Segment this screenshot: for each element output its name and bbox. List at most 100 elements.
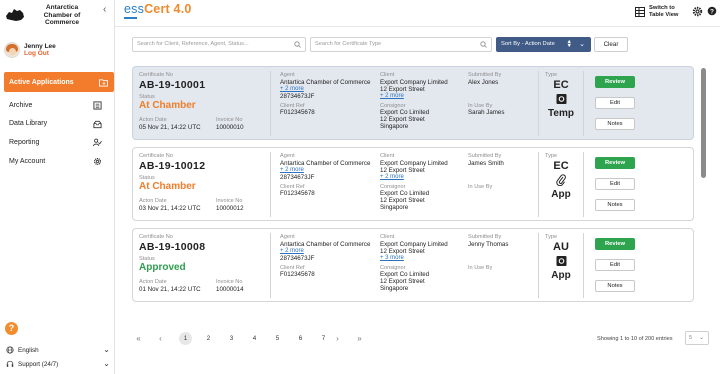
notes-button[interactable]: Notes [595,118,635,130]
review-button[interactable]: Review [595,238,635,250]
agent-more-link[interactable]: + 2 more [280,248,375,255]
sidebar-item-active-applications[interactable]: Active Applications [4,72,114,92]
type-code: AU [553,241,569,253]
client-ref: F012345678 [280,109,315,116]
org-header: Antarctica Chamber of Commerce [4,4,92,27]
help-circle-icon[interactable]: ? [707,6,717,16]
brand-underline [124,17,137,19]
sidebar-item-label: Archive [9,101,33,109]
client-ref: F012345678 [280,271,315,278]
divider [270,233,271,298]
agent-more-link[interactable]: + 2 more [280,167,375,174]
submitted-by: James Smith [468,159,504,167]
sidebar-item-label: My Account [9,157,46,165]
page-number-button[interactable]: 7 [317,332,330,345]
type-stage: Temp [548,108,574,119]
users-report-icon [93,139,102,147]
stamp-icon [556,94,566,104]
review-button[interactable]: Review [595,157,635,169]
sort-order-icon[interactable]: ▲ ▼ [567,39,572,49]
status-badge: At Chamber [139,100,196,111]
invoice-number: 10000010 [216,123,244,131]
top-header: essCert 4.0 Switch to Table View ? [115,0,720,27]
page-number-button[interactable]: 2 [202,332,215,345]
sidebar-item-data-library[interactable]: Data Library [0,115,110,133]
type-code: EC [553,160,569,172]
consignor-city: Singapore [380,204,409,211]
sort-select[interactable]: Sort By - Action Date ▲ ▼ ⌄ [496,37,591,52]
divider [583,71,584,136]
prev-page-button[interactable]: ‹ [154,332,167,345]
consignor-street: 12 Export Street [380,278,425,285]
chevron-down-icon: ⌄ [579,41,585,48]
collapse-sidebar-icon[interactable]: ‹ [103,4,106,15]
client-more-link[interactable]: + 3 more [380,255,465,262]
search-icon [480,41,487,48]
table-view-icon [635,6,645,17]
page-number-button[interactable]: 4 [248,332,261,345]
in-use-by-label: In Use By [468,264,493,271]
client-more-link[interactable]: + 2 more [380,93,465,100]
client-more-link[interactable]: + 2 more [380,174,465,181]
logout-link[interactable]: Log Out [24,50,56,58]
sidebar-item-reporting[interactable]: Reporting [0,133,110,151]
invoice-no-label: Invoice No [216,198,243,204]
settings-gear-icon[interactable] [692,6,703,17]
headset-icon [6,360,14,367]
client-address: 12 Export Street [380,247,425,255]
consignor-street: 12 Export Street [380,116,425,123]
notes-button[interactable]: Notes [595,280,635,292]
chevron-down-icon: ⌄ [698,335,704,341]
certificate-number: AB-19-10001 [139,78,206,91]
per-page-select[interactable]: 5 ⌄ [685,331,709,345]
action-date: 01 Nov 21, 14:22 UTC [139,285,201,293]
page-number-button[interactable]: 3 [225,332,238,345]
last-page-button[interactable]: » [353,332,366,345]
avatar[interactable] [4,42,20,58]
first-page-button[interactable]: « [132,332,145,345]
page-number-button[interactable]: 1 [179,332,192,345]
globe-icon [6,346,14,354]
sidebar-item-my-account[interactable]: My Account [0,152,110,170]
stamp-icon [556,256,566,266]
scrollbar-thumb[interactable] [701,68,706,178]
type-label: Type [545,72,558,78]
language-selector[interactable]: English ⌄ [6,345,110,354]
agent-name: Antartica Chamber of Commerce [280,159,371,167]
page-number-button[interactable]: 6 [294,332,307,345]
divider [270,71,271,136]
client-ref: F012345678 [280,190,315,197]
sidebar-item-label: Data Library [9,120,48,128]
application-card[interactable]: Certificate No AB-19-10001 Status At Cha… [132,66,694,140]
notes-button[interactable]: Notes [595,199,635,211]
divider [583,233,584,298]
review-button[interactable]: Review [595,76,635,88]
inbox-icon [93,120,102,128]
action-date: 03 Nov 21, 14:22 UTC [139,204,201,212]
application-card[interactable]: Certificate No AB-19-10012 Status At Cha… [132,147,694,221]
edit-button[interactable]: Edit [595,259,635,271]
brand-logo: essCert 4.0 [124,2,192,16]
next-page-button[interactable]: › [331,332,344,345]
edit-button[interactable]: Edit [595,178,635,190]
agent-code: 28734673JF [280,254,315,262]
clear-button[interactable]: Clear [594,37,628,52]
sidebar-item-archive[interactable]: Archive [0,96,110,114]
sidebar-item-label: Active Applications [9,78,74,86]
submitted-by: Alex Jones [468,78,499,86]
agent-more-link[interactable]: + 2 more [280,86,375,93]
edit-button[interactable]: Edit [595,97,635,109]
agent-code: 28734673JF [280,92,315,100]
action-date: 05 Nov 21, 14:22 UTC [139,123,201,131]
client-name: Export Company Limited [380,240,448,248]
support-selector[interactable]: Support (24/7) ⌄ [6,359,110,368]
certificate-type-select[interactable]: Search for Certificate Type [310,37,492,52]
in-use-by: Sarah James [468,109,505,116]
switch-to-table-view-button[interactable]: Switch to Table View [635,5,685,18]
invoice-no-label: Invoice No [216,279,243,285]
help-icon[interactable]: ? [5,322,18,335]
paperclip-icon [556,174,566,187]
search-input[interactable]: Search for Client, Reference, Agent, Sta… [132,37,306,52]
page-number-button[interactable]: 5 [271,332,284,345]
application-card[interactable]: Certificate No AB-19-10008 Status Approv… [132,228,694,302]
